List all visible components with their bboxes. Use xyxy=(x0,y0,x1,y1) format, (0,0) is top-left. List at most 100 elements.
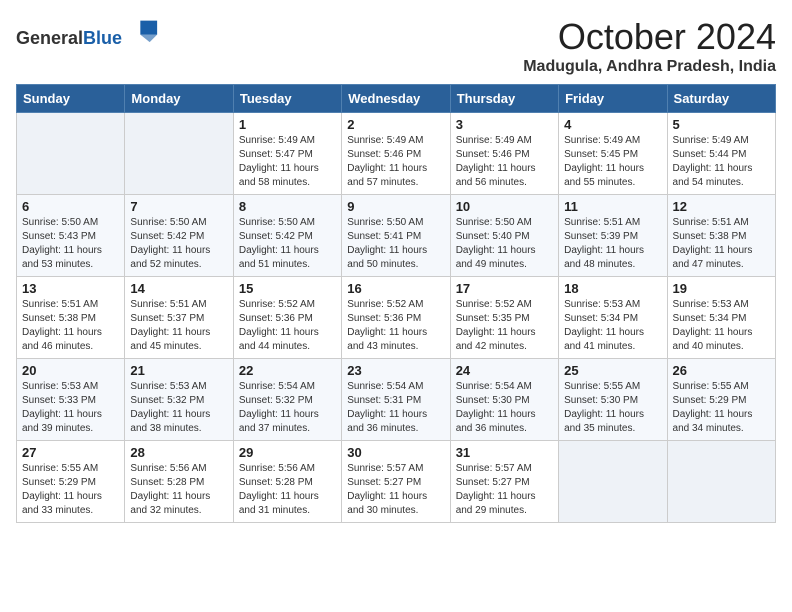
calendar-week-1: 1 Sunrise: 5:49 AM Sunset: 5:47 PM Daylig… xyxy=(17,113,776,195)
day-number: 30 xyxy=(347,445,444,460)
calendar-cell xyxy=(125,113,233,195)
calendar-cell: 17 Sunrise: 5:52 AM Sunset: 5:35 PM Dayli… xyxy=(450,277,558,359)
day-info: Sunrise: 5:55 AM Sunset: 5:30 PM Dayligh… xyxy=(564,380,661,436)
month-title: October 2024 xyxy=(523,16,776,58)
day-info: Sunrise: 5:51 AM Sunset: 5:39 PM Dayligh… xyxy=(564,216,661,272)
calendar-cell: 13 Sunrise: 5:51 AM Sunset: 5:38 PM Dayli… xyxy=(17,277,125,359)
day-info: Sunrise: 5:50 AM Sunset: 5:43 PM Dayligh… xyxy=(22,216,119,272)
calendar-cell: 23Sunrise: 5:54 AM Sunset: 5:31 PM Dayli… xyxy=(342,359,450,441)
day-info: Sunrise: 5:51 AM Sunset: 5:38 PM Dayligh… xyxy=(22,298,119,354)
calendar-cell: 15 Sunrise: 5:52 AM Sunset: 5:36 PM Dayli… xyxy=(233,277,341,359)
day-number: 10 xyxy=(456,199,553,214)
day-info: Sunrise: 5:53 AM Sunset: 5:34 PM Dayligh… xyxy=(564,298,661,354)
calendar: SundayMondayTuesdayWednesdayThursdayFrid… xyxy=(16,84,776,523)
logo: GeneralBlue xyxy=(16,16,159,49)
day-info: Sunrise: 5:49 AM Sunset: 5:45 PM Dayligh… xyxy=(564,134,661,190)
logo-content: GeneralBlue xyxy=(16,16,159,49)
day-number: 5 xyxy=(673,117,770,132)
day-info: Sunrise: 5:49 AM Sunset: 5:44 PM Dayligh… xyxy=(673,134,770,190)
calendar-cell: 21 Sunrise: 5:53 AM Sunset: 5:32 PM Dayli… xyxy=(125,359,233,441)
day-number: 22 xyxy=(239,363,336,378)
calendar-cell: 11Sunrise: 5:51 AM Sunset: 5:39 PM Dayli… xyxy=(559,195,667,277)
day-number: 29 xyxy=(239,445,336,460)
day-number: 1 xyxy=(239,117,336,132)
day-number: 15 xyxy=(239,281,336,296)
calendar-cell: 8 Sunrise: 5:50 AM Sunset: 5:42 PM Daylig… xyxy=(233,195,341,277)
calendar-week-3: 13 Sunrise: 5:51 AM Sunset: 5:38 PM Dayli… xyxy=(17,277,776,359)
day-info: Sunrise: 5:50 AM Sunset: 5:42 PM Dayligh… xyxy=(130,216,227,272)
day-number: 9 xyxy=(347,199,444,214)
calendar-cell: 5 Sunrise: 5:49 AM Sunset: 5:44 PM Daylig… xyxy=(667,113,775,195)
calendar-cell xyxy=(559,441,667,523)
day-info: Sunrise: 5:55 AM Sunset: 5:29 PM Dayligh… xyxy=(673,380,770,436)
calendar-week-4: 20 Sunrise: 5:53 AM Sunset: 5:33 PM Dayli… xyxy=(17,359,776,441)
day-info: Sunrise: 5:49 AM Sunset: 5:46 PM Dayligh… xyxy=(347,134,444,190)
calendar-cell: 9 Sunrise: 5:50 AM Sunset: 5:41 PM Daylig… xyxy=(342,195,450,277)
day-number: 4 xyxy=(564,117,661,132)
day-info: Sunrise: 5:54 AM Sunset: 5:31 PM Dayligh… xyxy=(347,380,444,436)
weekday-header-thursday: Thursday xyxy=(450,85,558,113)
header: GeneralBlue October 2024 Madugula, Andhr… xyxy=(16,16,776,76)
day-info: Sunrise: 5:56 AM Sunset: 5:28 PM Dayligh… xyxy=(130,462,227,518)
day-number: 18 xyxy=(564,281,661,296)
day-number: 7 xyxy=(130,199,227,214)
day-number: 19 xyxy=(673,281,770,296)
calendar-cell: 28Sunrise: 5:56 AM Sunset: 5:28 PM Dayli… xyxy=(125,441,233,523)
calendar-cell: 4 Sunrise: 5:49 AM Sunset: 5:45 PM Daylig… xyxy=(559,113,667,195)
logo-blue: Blue xyxy=(83,28,122,48)
day-number: 25 xyxy=(564,363,661,378)
calendar-cell: 26 Sunrise: 5:55 AM Sunset: 5:29 PM Dayli… xyxy=(667,359,775,441)
day-number: 16 xyxy=(347,281,444,296)
day-info: Sunrise: 5:52 AM Sunset: 5:36 PM Dayligh… xyxy=(347,298,444,354)
calendar-cell: 22Sunrise: 5:54 AM Sunset: 5:32 PM Dayli… xyxy=(233,359,341,441)
day-number: 24 xyxy=(456,363,553,378)
day-number: 20 xyxy=(22,363,119,378)
day-info: Sunrise: 5:50 AM Sunset: 5:41 PM Dayligh… xyxy=(347,216,444,272)
weekday-header-wednesday: Wednesday xyxy=(342,85,450,113)
calendar-cell: 18 Sunrise: 5:53 AM Sunset: 5:34 PM Dayli… xyxy=(559,277,667,359)
calendar-cell: 27 Sunrise: 5:55 AM Sunset: 5:29 PM Dayli… xyxy=(17,441,125,523)
calendar-cell: 30 Sunrise: 5:57 AM Sunset: 5:27 PM Dayli… xyxy=(342,441,450,523)
day-number: 12 xyxy=(673,199,770,214)
day-info: Sunrise: 5:53 AM Sunset: 5:34 PM Dayligh… xyxy=(673,298,770,354)
day-info: Sunrise: 5:57 AM Sunset: 5:27 PM Dayligh… xyxy=(347,462,444,518)
day-info: Sunrise: 5:50 AM Sunset: 5:40 PM Dayligh… xyxy=(456,216,553,272)
calendar-cell: 3Sunrise: 5:49 AM Sunset: 5:46 PM Daylig… xyxy=(450,113,558,195)
day-info: Sunrise: 5:53 AM Sunset: 5:33 PM Dayligh… xyxy=(22,380,119,436)
day-number: 14 xyxy=(130,281,227,296)
calendar-cell: 1 Sunrise: 5:49 AM Sunset: 5:47 PM Daylig… xyxy=(233,113,341,195)
location-title: Madugula, Andhra Pradesh, India xyxy=(523,58,776,76)
logo-general: General xyxy=(16,28,83,48)
calendar-cell: 25 Sunrise: 5:55 AM Sunset: 5:30 PM Dayli… xyxy=(559,359,667,441)
calendar-cell xyxy=(667,441,775,523)
weekday-header-tuesday: Tuesday xyxy=(233,85,341,113)
calendar-week-2: 6Sunrise: 5:50 AM Sunset: 5:43 PM Daylig… xyxy=(17,195,776,277)
day-number: 3 xyxy=(456,117,553,132)
day-info: Sunrise: 5:54 AM Sunset: 5:30 PM Dayligh… xyxy=(456,380,553,436)
calendar-cell: 10 Sunrise: 5:50 AM Sunset: 5:40 PM Dayli… xyxy=(450,195,558,277)
day-number: 13 xyxy=(22,281,119,296)
day-info: Sunrise: 5:49 AM Sunset: 5:47 PM Dayligh… xyxy=(239,134,336,190)
calendar-cell: 6Sunrise: 5:50 AM Sunset: 5:43 PM Daylig… xyxy=(17,195,125,277)
day-info: Sunrise: 5:52 AM Sunset: 5:36 PM Dayligh… xyxy=(239,298,336,354)
day-number: 31 xyxy=(456,445,553,460)
day-number: 17 xyxy=(456,281,553,296)
day-info: Sunrise: 5:55 AM Sunset: 5:29 PM Dayligh… xyxy=(22,462,119,518)
day-number: 21 xyxy=(130,363,227,378)
day-info: Sunrise: 5:53 AM Sunset: 5:32 PM Dayligh… xyxy=(130,380,227,436)
calendar-cell: 7 Sunrise: 5:50 AM Sunset: 5:42 PM Daylig… xyxy=(125,195,233,277)
calendar-cell xyxy=(17,113,125,195)
day-number: 26 xyxy=(673,363,770,378)
day-info: Sunrise: 5:56 AM Sunset: 5:28 PM Dayligh… xyxy=(239,462,336,518)
title-area: October 2024 Madugula, Andhra Pradesh, I… xyxy=(523,16,776,76)
weekday-header-monday: Monday xyxy=(125,85,233,113)
day-number: 27 xyxy=(22,445,119,460)
weekday-header-row: SundayMondayTuesdayWednesdayThursdayFrid… xyxy=(17,85,776,113)
day-info: Sunrise: 5:50 AM Sunset: 5:42 PM Dayligh… xyxy=(239,216,336,272)
day-number: 8 xyxy=(239,199,336,214)
calendar-cell: 12 Sunrise: 5:51 AM Sunset: 5:38 PM Dayli… xyxy=(667,195,775,277)
day-info: Sunrise: 5:51 AM Sunset: 5:38 PM Dayligh… xyxy=(673,216,770,272)
day-info: Sunrise: 5:57 AM Sunset: 5:27 PM Dayligh… xyxy=(456,462,553,518)
day-info: Sunrise: 5:52 AM Sunset: 5:35 PM Dayligh… xyxy=(456,298,553,354)
calendar-cell: 14Sunrise: 5:51 AM Sunset: 5:37 PM Dayli… xyxy=(125,277,233,359)
